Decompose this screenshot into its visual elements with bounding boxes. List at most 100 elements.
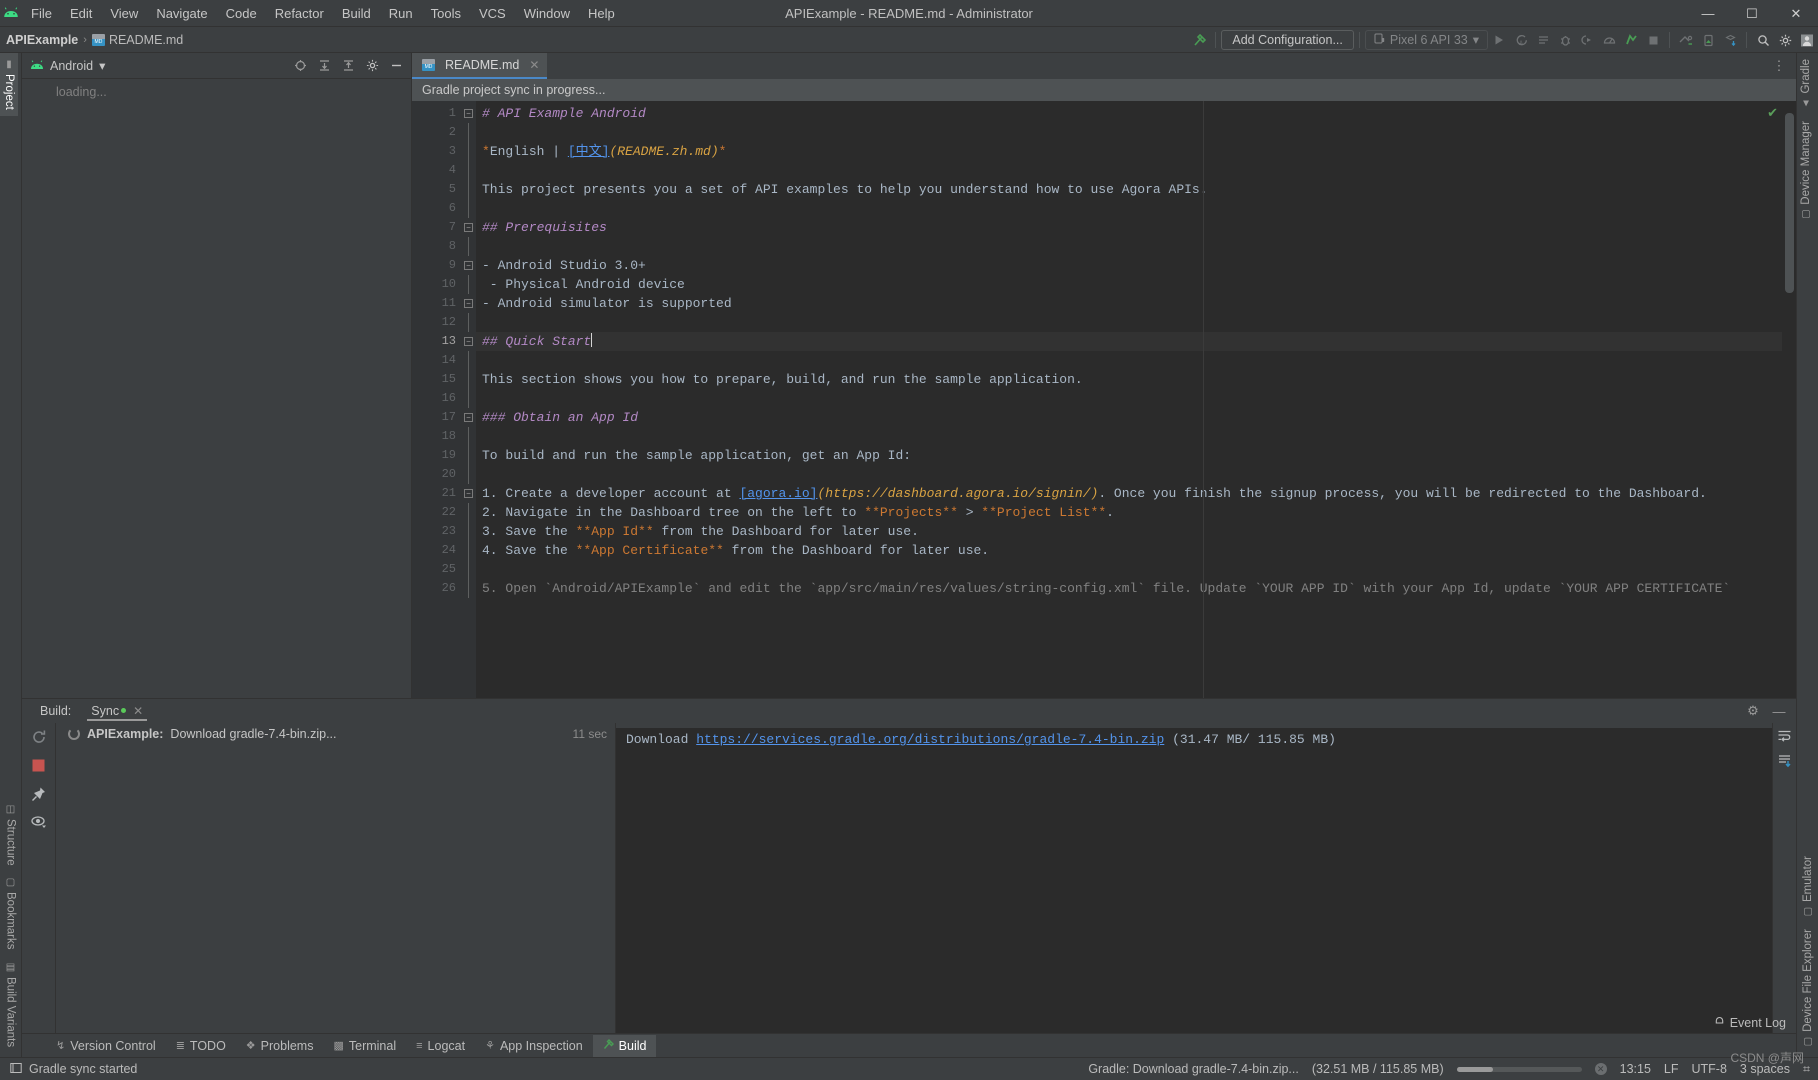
fold-marker[interactable]: [462, 351, 476, 370]
maximize-button[interactable]: ☐: [1730, 0, 1774, 27]
tab-options-button[interactable]: ⋮: [1768, 55, 1790, 77]
fold-marker[interactable]: −: [462, 484, 476, 503]
bottom-tab-build[interactable]: Build: [592, 1034, 657, 1057]
fold-marker[interactable]: −: [462, 218, 476, 237]
stop-button[interactable]: [31, 758, 46, 776]
close-button[interactable]: ✕: [1774, 0, 1818, 27]
code-text[interactable]: # API Example Android *English | [中文](REA…: [476, 101, 1796, 698]
menu-refactor[interactable]: Refactor: [266, 3, 333, 24]
fold-marker[interactable]: [462, 275, 476, 294]
code-token[interactable]: [中文]: [568, 144, 610, 159]
fold-marker[interactable]: [462, 161, 476, 180]
menu-code[interactable]: Code: [217, 3, 266, 24]
menu-run[interactable]: Run: [380, 3, 422, 24]
build-settings-button[interactable]: ⚙: [1742, 700, 1764, 722]
fold-marker[interactable]: [462, 560, 476, 579]
fold-marker[interactable]: [462, 541, 476, 560]
bottom-tab-todo[interactable]: ≣ TODO: [166, 1035, 236, 1057]
fold-collapse-icon[interactable]: −: [464, 489, 473, 498]
menu-window[interactable]: Window: [515, 3, 579, 24]
scroll-to-end-button[interactable]: [1777, 754, 1792, 771]
run-button[interactable]: [1488, 29, 1510, 51]
sidebar-item-structure[interactable]: ◫ Structure: [2, 798, 20, 872]
build-tab-sync[interactable]: Sync ✕: [87, 702, 148, 721]
build-hide-button[interactable]: —: [1768, 700, 1790, 722]
fold-marker[interactable]: [462, 503, 476, 522]
bottom-tab-problems[interactable]: ❖ Problems: [236, 1035, 324, 1057]
menu-edit[interactable]: Edit: [61, 3, 101, 24]
fold-marker[interactable]: [462, 123, 476, 142]
add-configuration-button[interactable]: Add Configuration...: [1221, 30, 1354, 50]
fold-marker[interactable]: −: [462, 104, 476, 123]
build-tree-row[interactable]: APIExample: Download gradle-7.4-bin.zip.…: [56, 723, 615, 745]
pin-tab-button[interactable]: [31, 786, 47, 805]
menu-vcs[interactable]: VCS: [470, 3, 515, 24]
sidebar-item-bookmarks[interactable]: ▢ Bookmarks: [2, 871, 20, 956]
project-view-selector[interactable]: Android ▾: [30, 58, 105, 73]
menu-view[interactable]: View: [101, 3, 147, 24]
sidebar-item-emulator[interactable]: ▢ Emulator: [1799, 850, 1817, 923]
device-selector[interactable]: Pixel 6 API 33 ▾: [1364, 30, 1488, 50]
menu-build[interactable]: Build: [333, 3, 380, 24]
profiler-button[interactable]: [1598, 29, 1620, 51]
code-token[interactable]: [agora.io]: [739, 486, 817, 501]
sidebar-item-gradle[interactable]: ▲ Gradle: [1797, 53, 1815, 115]
sidebar-item-device-manager[interactable]: ▢ Device Manager: [1797, 115, 1815, 226]
status-lock-icon[interactable]: ⌗: [1803, 1062, 1810, 1077]
fold-marker[interactable]: −: [462, 408, 476, 427]
attach-debugger-button[interactable]: [1576, 29, 1598, 51]
fold-marker[interactable]: [462, 446, 476, 465]
close-icon[interactable]: ✕: [128, 704, 143, 718]
fold-marker[interactable]: [462, 237, 476, 256]
fold-marker[interactable]: [462, 579, 476, 598]
bottom-tab-terminal[interactable]: ▩ Terminal: [323, 1035, 406, 1057]
breadcrumb-file[interactable]: README.md: [109, 33, 183, 47]
sidebar-item-project[interactable]: ▮ Project: [0, 53, 18, 116]
status-indent[interactable]: 3 spaces: [1740, 1062, 1790, 1076]
breadcrumb-project[interactable]: APIExample: [6, 33, 78, 47]
editor-tab-readme[interactable]: README.md ✕: [412, 53, 548, 79]
fold-marker[interactable]: −: [462, 332, 476, 351]
fold-collapse-icon[interactable]: −: [464, 413, 473, 422]
fold-collapse-icon[interactable]: −: [464, 337, 473, 346]
build-console[interactable]: Download https://services.gradle.org/dis…: [616, 723, 1772, 1033]
fold-marker[interactable]: [462, 313, 476, 332]
expand-all-button[interactable]: [313, 55, 335, 77]
status-line-separator[interactable]: LF: [1664, 1062, 1679, 1076]
apply-changes-button[interactable]: [1532, 29, 1554, 51]
fold-marker[interactable]: [462, 199, 476, 218]
bottom-tab-logcat[interactable]: ≡ Logcat: [406, 1035, 475, 1057]
fold-marker[interactable]: −: [462, 294, 476, 313]
account-avatar[interactable]: [1796, 29, 1818, 51]
device-manager-button[interactable]: [1697, 29, 1719, 51]
run-tests-button[interactable]: A: [1510, 29, 1532, 51]
avd-manager-button[interactable]: [1675, 29, 1697, 51]
hide-pane-button[interactable]: [385, 55, 407, 77]
cancel-task-button[interactable]: ✕: [1594, 1063, 1607, 1075]
menu-file[interactable]: File: [22, 3, 61, 24]
fold-collapse-icon[interactable]: −: [464, 261, 473, 270]
sidebar-item-build-variants[interactable]: ▤ Build Variants: [2, 956, 20, 1053]
fold-collapse-icon[interactable]: −: [464, 299, 473, 308]
sdk-manager-button[interactable]: [1719, 29, 1741, 51]
project-tree[interactable]: loading...: [22, 79, 411, 698]
code-folding-gutter[interactable]: − − − − − − −: [462, 101, 476, 698]
fold-collapse-icon[interactable]: −: [464, 109, 473, 118]
minimize-button[interactable]: —: [1686, 0, 1730, 27]
bottom-tab-version-control[interactable]: ↯ Version Control: [46, 1035, 166, 1057]
scrollbar-thumb[interactable]: [1785, 113, 1794, 293]
status-encoding[interactable]: UTF-8: [1692, 1062, 1727, 1076]
event-log-button[interactable]: Event Log: [1714, 1016, 1786, 1030]
fold-marker[interactable]: [462, 180, 476, 199]
sidebar-item-device-file-explorer[interactable]: ▢ Device File Explorer: [1799, 923, 1817, 1053]
fold-marker[interactable]: [462, 427, 476, 446]
bottom-tab-app-inspection[interactable]: ⚘ App Inspection: [475, 1035, 593, 1057]
status-task-label[interactable]: Gradle: Download gradle-7.4-bin.zip...: [1088, 1062, 1299, 1076]
inspection-status-icon[interactable]: ✔: [1767, 105, 1778, 121]
fold-marker[interactable]: [462, 142, 476, 161]
toggle-view-button[interactable]: [30, 815, 47, 832]
menu-tools[interactable]: Tools: [422, 3, 470, 24]
fold-marker[interactable]: [462, 389, 476, 408]
fold-marker[interactable]: [462, 522, 476, 541]
rerun-sync-button[interactable]: [31, 729, 47, 748]
